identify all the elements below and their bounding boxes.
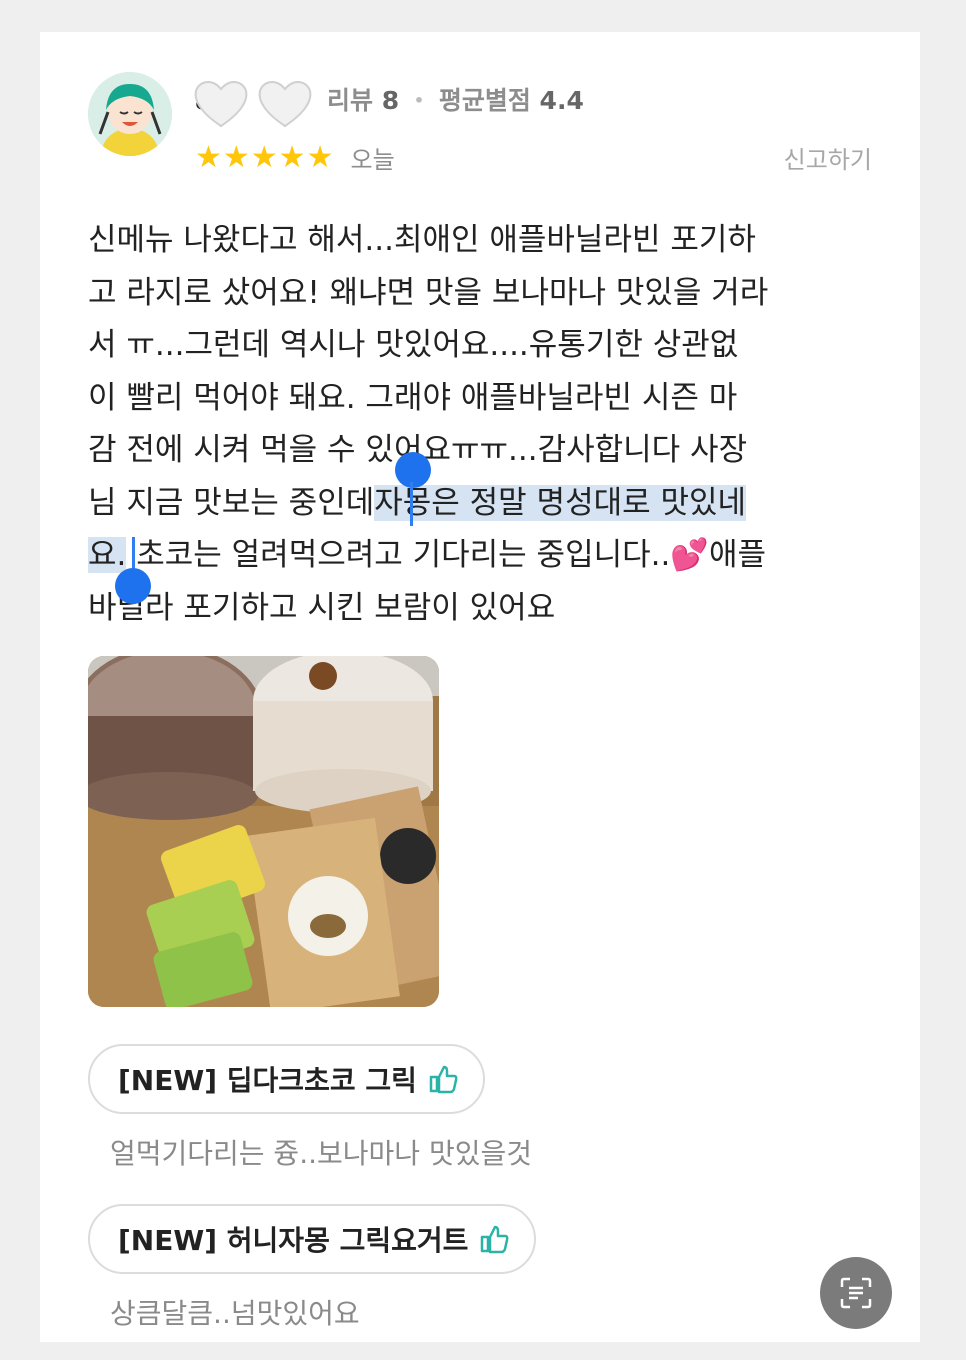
avatar-illustration bbox=[88, 72, 172, 156]
review-line: 이 빨리 먹어야 돼요. 그래야 애플바닐라빈 시즌 마 bbox=[88, 379, 738, 416]
author-row: a c 리뷰 8 • 평균별점 4.4 bbox=[194, 74, 584, 127]
heart-icon bbox=[258, 80, 312, 127]
selection-end-handle[interactable] bbox=[115, 568, 151, 604]
menu-item-chip[interactable]: [NEW] 딥다크초코 그릭 bbox=[88, 1044, 485, 1114]
review-text-segment: 님 지금 맛보는 중인데 bbox=[88, 484, 375, 521]
selected-text[interactable]: 요. bbox=[88, 537, 127, 573]
review-date: 오늘 bbox=[350, 146, 395, 174]
menu-item-comment: 상큼달큼..넘맛있어요 bbox=[110, 1297, 360, 1330]
review-count-label: 리뷰 bbox=[327, 86, 374, 115]
meta-separator: • bbox=[413, 91, 425, 110]
menu-item-chip[interactable]: [NEW] 허니자몽 그릭요거트 bbox=[88, 1204, 537, 1274]
review-line: 감 전에 시켜 먹을 수 있어요ㅠㅠ...감사합니다 사장 bbox=[88, 432, 748, 468]
review-line: 고 라지로 샀어요! 왜냐면 맛을 보나마나 맛있을 거라 bbox=[88, 274, 769, 311]
review-line: 신메뉴 나왔다고 해서...최애인 애플바닐라빈 포기하 bbox=[88, 222, 756, 258]
selected-text[interactable]: 자몽은 정말 명성대로 맛있네 bbox=[374, 484, 747, 521]
text-scan-button[interactable] bbox=[820, 1257, 892, 1329]
menu-item-name: [NEW] 허니자몽 그릭요거트 bbox=[118, 1224, 469, 1257]
text-scan-icon bbox=[840, 1277, 872, 1309]
reviewer-avatar[interactable] bbox=[88, 72, 172, 156]
selection-start-handle[interactable] bbox=[395, 452, 431, 488]
star-rating: ★★★★★ bbox=[195, 140, 335, 175]
review-line: 님 지금 맛보는 중인데자몽은 정말 명성대로 맛있네 bbox=[88, 477, 868, 530]
review-line: 서 ㅠ...그런데 역시나 맛있어요....유통기한 상관없 bbox=[88, 327, 739, 363]
heart-emoji-icon: 💕 bbox=[670, 537, 709, 573]
review-photo[interactable] bbox=[88, 656, 439, 1007]
reviewer-stats: 리뷰 8 • 평균별점 4.4 bbox=[327, 81, 584, 117]
author-name[interactable]: a c bbox=[194, 80, 315, 127]
review-body[interactable]: 신메뉴 나왔다고 해서...최애인 애플바닐라빈 포기하 고 라지로 샀어요! … bbox=[88, 214, 868, 634]
review-text-segment: 애플 bbox=[708, 537, 766, 573]
avg-rating-label: 평균별점 bbox=[438, 86, 531, 115]
heart-icon bbox=[194, 80, 248, 127]
review-text-segment: 초코는 얼려먹으려고 기다리는 중입니다.. bbox=[136, 537, 671, 573]
selection-start-caret bbox=[410, 482, 413, 526]
review-line: 요. 초코는 얼려먹으려고 기다리는 중입니다..💕애플 bbox=[88, 529, 868, 582]
review-card: a c 리뷰 8 • 평균별점 4.4 ★★★★★ 오늘 신고하기 신메뉴 나왔… bbox=[40, 32, 920, 1342]
menu-item-comment: 얼먹기다리는 즁..보나마나 맛있을것 bbox=[110, 1137, 533, 1170]
menu-item-name: [NEW] 딥다크초코 그릭 bbox=[118, 1064, 417, 1097]
review-count-value: 8 bbox=[381, 86, 400, 115]
review-photo-image bbox=[88, 656, 439, 1007]
thumbs-up-icon bbox=[478, 1223, 510, 1255]
heart-stickers bbox=[190, 72, 316, 134]
avg-rating-value: 4.4 bbox=[539, 86, 584, 115]
thumbs-up-icon bbox=[427, 1063, 459, 1095]
review-line: 바닐라 포기하고 시킨 보람이 있어요 bbox=[88, 589, 556, 626]
rating-row: ★★★★★ 오늘 bbox=[195, 140, 395, 175]
report-button[interactable]: 신고하기 bbox=[784, 140, 872, 175]
